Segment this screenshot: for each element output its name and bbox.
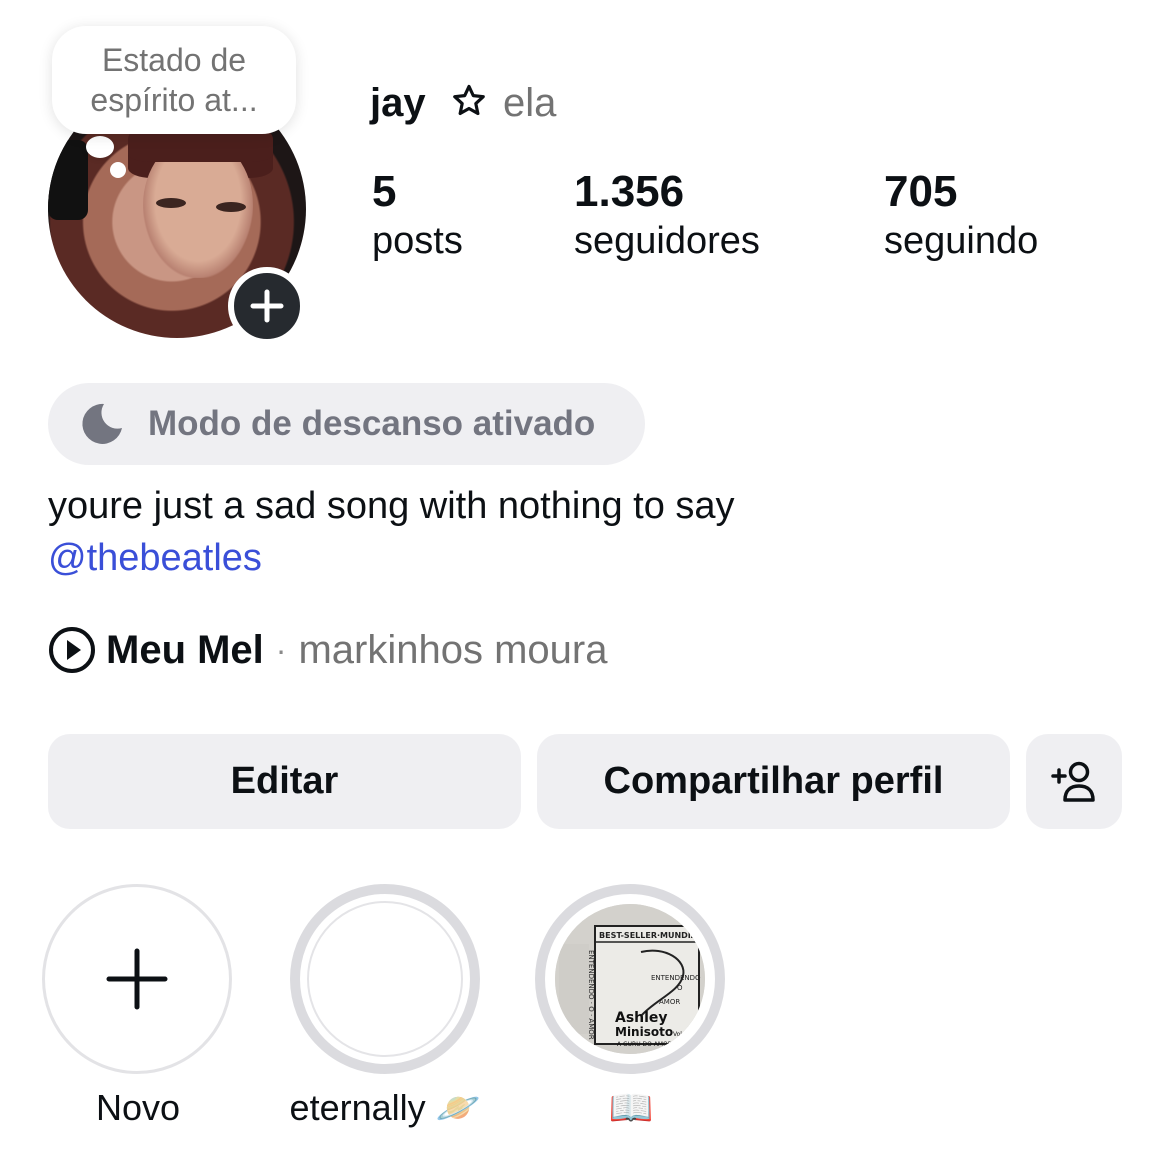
thumb-text: A GURU DO AMOR xyxy=(617,1041,672,1048)
stat-label: seguindo xyxy=(884,220,1039,262)
thumb-text: O xyxy=(677,984,683,992)
note-text-line2: espírito at... xyxy=(90,82,258,118)
highlight-cover xyxy=(307,901,463,1057)
thumb-text: AMOR xyxy=(659,998,680,1006)
moon-icon xyxy=(82,403,122,444)
highlight-ring xyxy=(290,884,480,1074)
highlight-label: Novo xyxy=(95,1087,181,1128)
music-song-title: Meu Mel xyxy=(106,627,264,672)
stat-label: seguidores xyxy=(574,220,760,262)
highlight-label: eternally 🪐 xyxy=(289,1087,481,1128)
play-circle-icon xyxy=(49,627,95,673)
avatar-eye xyxy=(216,202,246,212)
thumb-text: BEST-SELLER·MUNDIAL xyxy=(599,931,702,940)
profile-music[interactable]: Meu Mel · markinhos moura xyxy=(48,624,607,676)
note-bubble-tail xyxy=(110,162,126,178)
share-profile-button[interactable]: Compartilhar perfil xyxy=(537,734,1010,829)
stat-value: 5 xyxy=(372,167,397,216)
pronouns: ela xyxy=(503,81,557,125)
edit-profile-button[interactable]: Editar xyxy=(48,734,521,829)
add-person-icon xyxy=(1051,761,1095,802)
stat-value: 705 xyxy=(884,167,958,216)
stat-following[interactable]: 705 seguindo xyxy=(884,166,1038,264)
highlight-ring xyxy=(42,884,232,1074)
stat-followers[interactable]: 1.356 seguidores xyxy=(574,166,760,264)
book-cover-drawing: BEST-SELLER·MUNDIAL ENTENDENDO · O · AMO… xyxy=(555,904,705,1054)
rest-mode-pill[interactable]: Modo de descanso ativado xyxy=(48,383,645,465)
add-story-button[interactable] xyxy=(228,267,306,345)
note-bubble-tail xyxy=(86,136,114,158)
bio-text: youre just a sad song with nothing to sa… xyxy=(48,485,735,527)
book-cover-thumbnail: BEST-SELLER·MUNDIAL ENTENDENDO · O · AMO… xyxy=(555,904,705,1054)
thumb-text: Ashley xyxy=(615,1010,668,1026)
thumb-text: Vol.1 xyxy=(673,1031,688,1038)
avatar-eye xyxy=(156,198,186,208)
highlight-new[interactable]: Novo xyxy=(42,884,234,1130)
discover-people-button[interactable] xyxy=(1026,734,1122,829)
thumb-text: Minisoto xyxy=(615,1025,673,1039)
rest-mode-label: Modo de descanso ativado xyxy=(148,404,596,443)
avatar-headphone xyxy=(48,140,88,220)
plus-icon xyxy=(250,289,284,323)
highlight-eternally[interactable]: eternally 🪐 xyxy=(240,884,530,1130)
music-separator: · xyxy=(275,631,287,668)
plus-icon xyxy=(106,948,168,1010)
highlight-ring: BEST-SELLER·MUNDIAL ENTENDENDO · O · AMO… xyxy=(535,884,725,1074)
note-bubble[interactable]: Estado de espírito at... xyxy=(52,26,296,134)
stat-value: 1.356 xyxy=(574,167,685,216)
bio-mention-link[interactable]: @thebeatles xyxy=(48,532,262,584)
highlight-label: 📖 xyxy=(608,1087,654,1128)
stat-posts[interactable]: 5 posts xyxy=(372,166,463,264)
note-text-line1: Estado de xyxy=(101,42,247,78)
highlight-book[interactable]: BEST-SELLER·MUNDIAL ENTENDENDO · O · AMO… xyxy=(535,884,727,1130)
thumb-text: ENTENDENDO xyxy=(651,974,701,982)
music-artist: markinhos moura xyxy=(298,627,608,672)
stat-label: posts xyxy=(372,220,463,262)
username: jay xyxy=(370,81,426,125)
star-icon[interactable] xyxy=(450,82,488,120)
